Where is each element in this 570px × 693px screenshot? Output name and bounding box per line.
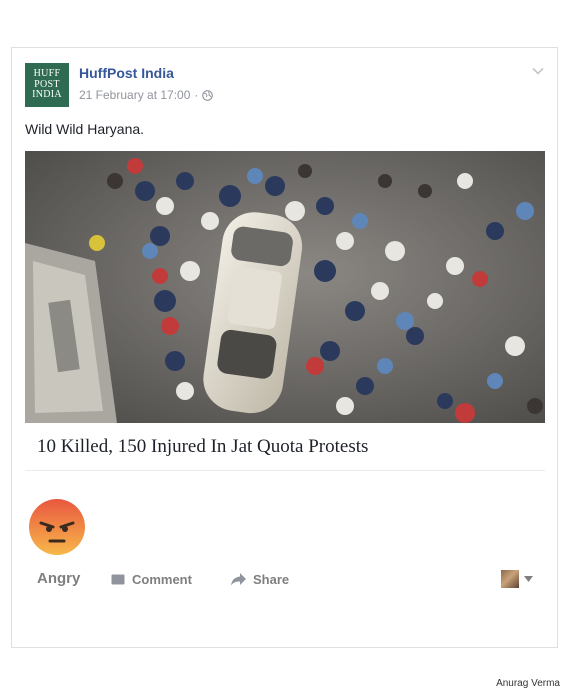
page-name-link[interactable]: HuffPost India xyxy=(79,65,174,81)
comment-button[interactable]: Comment xyxy=(111,572,192,587)
comment-icon xyxy=(111,574,125,584)
share-button[interactable]: Share xyxy=(231,572,289,587)
photo-credit: Anurag Verma xyxy=(496,678,560,689)
audience-selector[interactable] xyxy=(501,570,533,588)
chevron-down-icon[interactable] xyxy=(532,67,544,75)
reaction-angry-label[interactable]: Angry xyxy=(37,570,80,587)
globe-icon[interactable] xyxy=(202,89,214,101)
angry-emoji-icon[interactable] xyxy=(28,498,86,556)
user-avatar-thumbnail xyxy=(501,570,519,588)
share-label: Share xyxy=(253,572,290,587)
link-preview-title[interactable]: 10 Killed, 150 Injured In Jat Quota Prot… xyxy=(37,436,368,458)
post-text: Wild Wild Haryana. xyxy=(25,121,145,137)
comment-label: Comment xyxy=(132,572,192,587)
post-meta: 21 February at 17:00 · xyxy=(79,88,214,102)
timestamp-link[interactable]: 21 February at 17:00 xyxy=(79,88,190,102)
page-avatar[interactable]: HUFF POST INDIA xyxy=(25,63,69,107)
meta-separator: · xyxy=(194,88,199,102)
avatar-line: INDIA xyxy=(32,89,62,100)
post-card: HUFF POST INDIA HuffPost India 21 Februa… xyxy=(11,47,558,648)
share-arrow-icon xyxy=(231,573,246,586)
link-preview-divider xyxy=(25,466,545,471)
avatar-line: HUFF xyxy=(33,68,61,79)
caret-down-icon xyxy=(524,576,533,582)
protest-crowd-photo[interactable] xyxy=(25,151,545,423)
